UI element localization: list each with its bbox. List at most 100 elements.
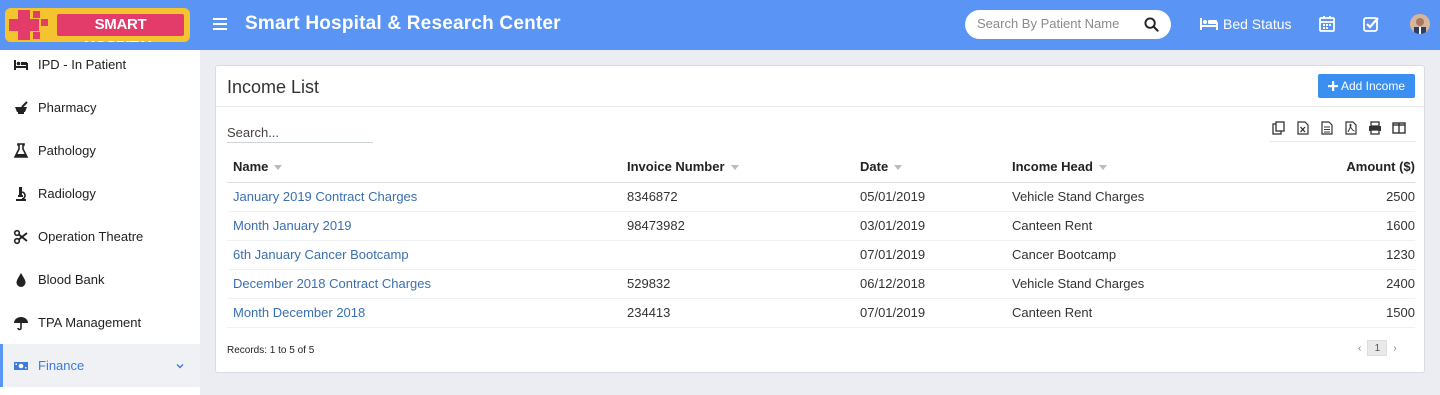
copy-icon[interactable] xyxy=(1271,120,1287,136)
previous-page-button[interactable]: ‹ xyxy=(1358,343,1361,354)
page-number-button[interactable]: 1 xyxy=(1367,340,1388,356)
sidebar-item-radiology[interactable]: Radiology xyxy=(0,172,200,215)
hospital-logo[interactable]: SMART HOSPITAL xyxy=(5,8,190,42)
bed-status-label: Bed Status xyxy=(1223,16,1292,32)
column-header-amount[interactable]: Amount ($) xyxy=(1256,152,1415,183)
invoice-number: 529832 xyxy=(621,269,854,299)
column-header-date[interactable]: Date xyxy=(854,152,1006,183)
records-count: Records: 1 to 5 of 5 xyxy=(227,345,315,356)
column-label: Amount ($) xyxy=(1346,159,1415,175)
income-head: Vehicle Stand Charges xyxy=(1006,269,1256,299)
income-amount: 1230 xyxy=(1256,240,1415,270)
sidebar-item-label: TPA Management xyxy=(38,315,142,330)
sort-icon xyxy=(274,165,283,171)
add-income-button[interactable]: Add Income xyxy=(1318,74,1415,98)
income-amount: 1600 xyxy=(1256,211,1415,241)
plus-icon xyxy=(1327,81,1338,91)
print-icon[interactable] xyxy=(1367,120,1383,136)
sidebar-item-pathology[interactable]: Pathology xyxy=(0,129,200,172)
column-header-income-head[interactable]: Income Head xyxy=(1006,152,1256,183)
export-toolbar xyxy=(1271,120,1407,142)
checklist-icon[interactable] xyxy=(1362,15,1380,33)
table-header-row: Name Invoice Number Date Income Head Amo… xyxy=(227,152,1415,183)
search-icon[interactable] xyxy=(1144,17,1159,32)
income-head: Canteen Rent xyxy=(1006,298,1256,328)
user-avatar[interactable] xyxy=(1410,14,1430,34)
income-name-link[interactable]: December 2018 Contract Charges xyxy=(227,269,621,299)
income-date: 07/01/2019 xyxy=(854,240,1006,270)
microscope-icon xyxy=(16,186,26,201)
income-amount: 1500 xyxy=(1256,298,1415,328)
calendar-icon[interactable] xyxy=(1318,15,1336,33)
add-income-label: Add Income xyxy=(1340,79,1406,93)
pdf-icon[interactable] xyxy=(1343,120,1359,136)
income-head: Vehicle Stand Charges xyxy=(1006,182,1256,212)
invoice-number: 98473982 xyxy=(621,211,854,241)
sidebar-item-label: Blood Bank xyxy=(38,272,105,287)
next-page-button[interactable]: › xyxy=(1393,343,1396,354)
panel-divider xyxy=(216,106,1424,107)
scissors-icon xyxy=(13,229,28,244)
sidebar-item-label: Pathology xyxy=(38,143,96,158)
sidebar-item-finance[interactable]: Finance xyxy=(0,344,200,387)
table-row: Month December 2018 234413 07/01/2019 Ca… xyxy=(227,298,1415,328)
patient-search-input[interactable] xyxy=(977,16,1137,31)
invoice-number xyxy=(621,240,854,270)
mortar-pestle-icon xyxy=(15,100,28,114)
sidebar: IPD - In Patient Pharmacy Pathology Radi… xyxy=(0,50,200,395)
income-date: 05/01/2019 xyxy=(854,182,1006,212)
sort-icon xyxy=(730,165,739,171)
income-amount: 2500 xyxy=(1256,182,1415,212)
sidebar-item-label: Operation Theatre xyxy=(38,229,144,244)
income-amount: 2400 xyxy=(1256,269,1415,299)
column-header-name[interactable]: Name xyxy=(227,152,621,183)
flask-icon xyxy=(13,142,29,158)
table-search-input[interactable] xyxy=(227,122,373,143)
column-label: Invoice Number xyxy=(627,159,725,175)
sort-icon xyxy=(894,165,903,171)
logo-text: SMART HOSPITAL xyxy=(57,14,184,42)
cross-logo-icon xyxy=(5,8,57,42)
toolbar-divider xyxy=(1270,141,1416,142)
table-row: Month January 2019 98473982 03/01/2019 C… xyxy=(227,211,1415,241)
menu-icon[interactable] xyxy=(213,15,227,35)
sidebar-item-ipd[interactable]: IPD - In Patient xyxy=(0,43,200,86)
user-avatar-icon xyxy=(1410,14,1430,34)
bed-status-link[interactable]: Bed Status xyxy=(1200,16,1292,32)
sidebar-item-blood-bank[interactable]: Blood Bank xyxy=(0,258,200,301)
pagination: ‹ 1 › xyxy=(1358,340,1397,356)
sidebar-item-tpa-management[interactable]: TPA Management xyxy=(0,301,200,344)
sidebar-item-label: Radiology xyxy=(38,186,96,201)
column-label: Date xyxy=(860,159,889,175)
bed-icon xyxy=(14,59,28,70)
sidebar-item-operation-theatre[interactable]: Operation Theatre xyxy=(0,215,200,258)
income-name-link[interactable]: Month December 2018 xyxy=(227,298,621,328)
csv-icon[interactable] xyxy=(1319,120,1335,136)
excel-icon[interactable] xyxy=(1295,120,1311,136)
income-name-link[interactable]: January 2019 Contract Charges xyxy=(227,182,621,212)
columns-icon[interactable] xyxy=(1391,120,1407,136)
table-row: December 2018 Contract Charges 529832 06… xyxy=(227,269,1415,299)
sidebar-item-label: IPD - In Patient xyxy=(38,57,127,72)
invoice-number: 234413 xyxy=(621,298,854,328)
sidebar-item-label: Pharmacy xyxy=(38,100,97,115)
patient-search[interactable] xyxy=(965,10,1171,39)
income-date: 06/12/2018 xyxy=(854,269,1006,299)
sidebar-item-label: Finance xyxy=(38,358,85,373)
sort-icon xyxy=(1098,165,1107,171)
table-row: January 2019 Contract Charges 8346872 05… xyxy=(227,182,1415,212)
money-icon xyxy=(14,361,28,370)
income-head: Cancer Bootcamp xyxy=(1006,240,1256,270)
income-table: Name Invoice Number Date Income Head Amo… xyxy=(227,152,1415,328)
column-label: Name xyxy=(233,159,269,175)
income-date: 03/01/2019 xyxy=(854,211,1006,241)
chevron-down-icon[interactable] xyxy=(175,361,185,371)
umbrella-icon xyxy=(14,316,28,330)
top-navbar: SMART HOSPITAL Smart Hospital & Research… xyxy=(0,0,1440,50)
column-header-invoice-number[interactable]: Invoice Number xyxy=(621,152,854,183)
bed-icon xyxy=(1200,18,1218,30)
sidebar-item-pharmacy[interactable]: Pharmacy xyxy=(0,86,200,129)
income-date: 07/01/2019 xyxy=(854,298,1006,328)
income-name-link[interactable]: 6th January Cancer Bootcamp xyxy=(227,240,621,270)
income-name-link[interactable]: Month January 2019 xyxy=(227,211,621,241)
